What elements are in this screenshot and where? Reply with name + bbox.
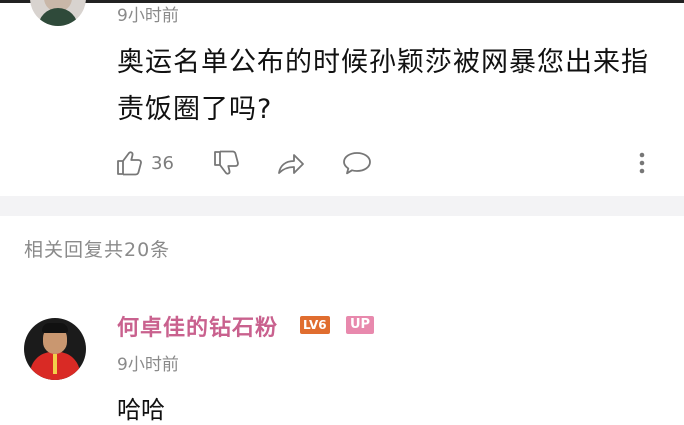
comment-text: 奥运名单公布的时候孙颖莎被网暴您出来指责饭圈了吗? [117,47,649,125]
reply-time: 9小时前 [117,355,179,375]
comment-actions: 36 [0,140,684,186]
level-badge: LV6 [300,316,330,334]
avatar-hair [42,323,68,333]
reply-button[interactable] [341,140,373,186]
avatar-shirt [38,8,78,26]
up-badge: UP [346,316,375,334]
dislike-icon [212,149,240,177]
comment-time: 9小时前 [117,6,179,26]
like-button[interactable]: 36 [115,140,174,186]
commenter-avatar[interactable] [30,0,86,26]
share-icon [276,149,306,177]
reply-avatar[interactable] [24,318,86,380]
reply-username[interactable]: 何卓佳的钻石粉 [117,310,278,342]
more-options-button[interactable] [634,140,650,186]
related-replies-label[interactable]: 相关回复共20条 [24,235,170,262]
top-border [0,0,684,3]
like-count: 36 [151,152,174,174]
like-icon [115,149,143,177]
dislike-button[interactable] [212,140,240,186]
avatar-jersey-stripe [53,354,57,374]
share-button[interactable] [276,140,306,186]
more-icon [634,149,650,177]
comment-icon [341,149,373,177]
section-divider [0,196,684,216]
reply-text: 哈哈 [117,396,165,424]
